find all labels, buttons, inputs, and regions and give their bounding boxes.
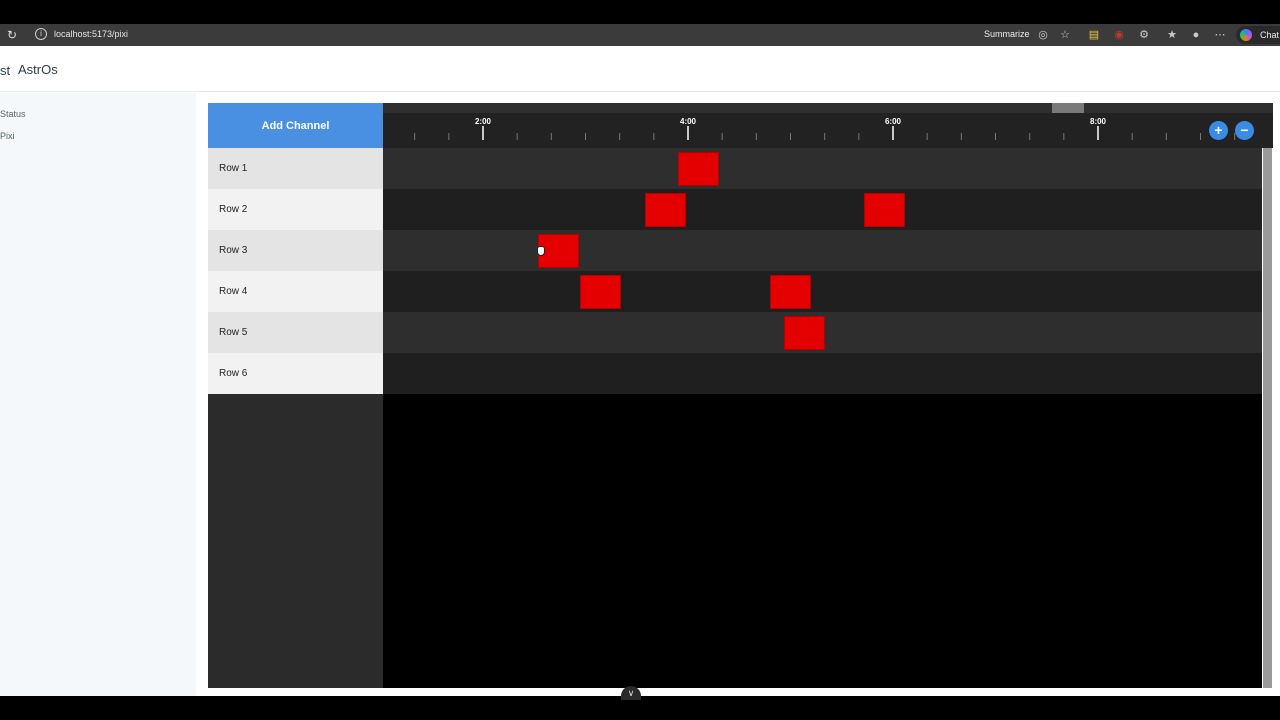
chat-label: Chat bbox=[1260, 30, 1280, 40]
channel-lanes bbox=[383, 148, 1262, 688]
brand-title[interactable]: AstrOs bbox=[18, 62, 58, 77]
time-label: 8:00 bbox=[1089, 117, 1107, 126]
event-block[interactable] bbox=[645, 193, 686, 227]
horizontal-scroll-thumb[interactable] bbox=[1052, 103, 1084, 113]
summarize-button[interactable]: Summarize bbox=[984, 29, 1030, 39]
zoom-out-button[interactable]: − bbox=[1235, 121, 1254, 140]
event-block[interactable] bbox=[784, 316, 825, 350]
ublock-icon[interactable]: ◉ bbox=[1112, 27, 1126, 43]
copilot-icon bbox=[1240, 29, 1252, 41]
horizontal-scrollbar[interactable] bbox=[383, 103, 1273, 113]
lane-row-4[interactable] bbox=[383, 271, 1262, 312]
time-label: 6:00 bbox=[884, 117, 902, 126]
top-black-bar bbox=[0, 0, 1280, 24]
profile-avatar-icon[interactable]: ● bbox=[1189, 27, 1203, 43]
lane-row-3[interactable] bbox=[383, 230, 1262, 271]
channel-labels: Row 1 Row 2 Row 3 Row 4 Row 5 Row 6 bbox=[208, 148, 383, 688]
row-label-2[interactable]: Row 2 bbox=[208, 189, 383, 230]
sidebar-item-status[interactable]: Status bbox=[0, 109, 26, 119]
time-ruler: 2:00 4:00 6:00 8:00 + − bbox=[383, 103, 1273, 148]
event-block[interactable] bbox=[678, 152, 719, 186]
add-channel-button[interactable]: Add Channel bbox=[208, 103, 383, 148]
extensions-puzzle-icon[interactable]: ⚙ bbox=[1137, 27, 1151, 43]
sidebar-item-pixi[interactable]: Pixi bbox=[0, 131, 15, 141]
time-label: 2:00 bbox=[474, 117, 492, 126]
favorites-icon[interactable]: ★ bbox=[1165, 27, 1179, 43]
lane-row-6[interactable] bbox=[383, 353, 1262, 394]
copilot-chat-button[interactable]: Chat bbox=[1236, 26, 1280, 44]
row-label-5[interactable]: Row 5 bbox=[208, 312, 383, 353]
event-block[interactable] bbox=[770, 275, 811, 309]
zoom-in-button[interactable]: + bbox=[1209, 121, 1228, 140]
app-window: st AstrOs Status Pixi Add Channel 2:00 4… bbox=[0, 46, 1280, 696]
vertical-scrollbar[interactable] bbox=[1262, 148, 1273, 688]
time-label: 4:00 bbox=[679, 117, 697, 126]
more-menu-icon[interactable]: ⋯ bbox=[1213, 27, 1227, 43]
summarize-icon[interactable]: ◎ bbox=[1036, 27, 1050, 43]
row-label-6[interactable]: Row 6 bbox=[208, 353, 383, 394]
row-label-4[interactable]: Row 4 bbox=[208, 271, 383, 312]
sidebar: Status Pixi bbox=[0, 93, 196, 696]
browser-toolbar: ↻ i localhost:5173/pixi Summarize ◎ ☆ ▤ … bbox=[0, 24, 1280, 46]
event-block[interactable] bbox=[864, 193, 905, 227]
site-info-icon[interactable]: i bbox=[35, 28, 47, 40]
ruler-ticks bbox=[414, 126, 1236, 140]
chevron-down-icon[interactable]: ∨ bbox=[621, 686, 641, 700]
extension-icon[interactable]: ▤ bbox=[1087, 27, 1101, 43]
app-header: st AstrOs bbox=[0, 46, 1280, 92]
timeline-editor: Add Channel 2:00 4:00 6:00 8:00 + − Row … bbox=[208, 103, 1273, 688]
favorite-star-icon[interactable]: ☆ bbox=[1058, 27, 1072, 43]
reload-icon[interactable]: ↻ bbox=[7, 28, 21, 42]
row-label-1[interactable]: Row 1 bbox=[208, 148, 383, 189]
vertical-scroll-thumb[interactable] bbox=[1263, 148, 1272, 688]
lane-row-2[interactable] bbox=[383, 189, 1262, 230]
hand-cursor-icon bbox=[537, 246, 545, 256]
event-block[interactable] bbox=[580, 275, 621, 309]
row-label-3[interactable]: Row 3 bbox=[208, 230, 383, 271]
lane-row-1[interactable] bbox=[383, 148, 1262, 189]
address-bar[interactable]: localhost:5173/pixi bbox=[54, 29, 128, 39]
header-link-partial[interactable]: st bbox=[0, 63, 10, 78]
